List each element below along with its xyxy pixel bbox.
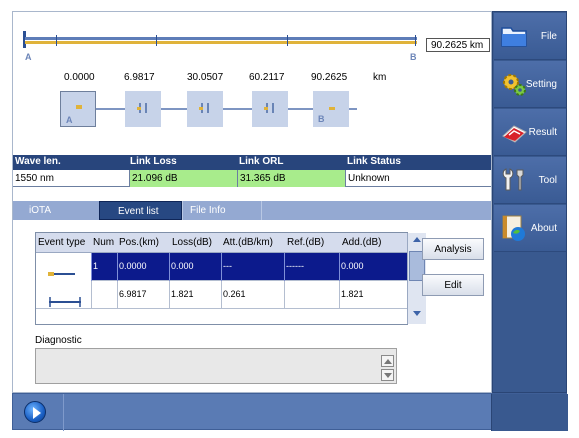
col-att: Att.(dB/km) <box>223 237 274 248</box>
diagnostic-scroll-down[interactable] <box>381 369 394 381</box>
connector-start-icon <box>76 105 82 109</box>
bottom-bar-right-panel <box>491 394 568 431</box>
event-row-selected[interactable]: 1 0.0000 0.000 --- ------ 0.000 <box>36 253 408 281</box>
triangle-up-icon <box>383 359 392 364</box>
menu-file-button[interactable]: File <box>494 13 566 60</box>
fiber-section-icon <box>49 297 81 307</box>
event-row[interactable]: 6.9817 1.821 0.261 1.821 <box>36 281 408 309</box>
col-add: Add.(dB) <box>342 237 382 248</box>
scroll-down-button[interactable] <box>409 308 425 322</box>
play-icon[interactable] <box>24 401 46 423</box>
fiber-end-icon <box>329 107 335 110</box>
gears-icon <box>503 74 526 96</box>
splice-icon <box>137 103 147 113</box>
header-link-loss: Link Loss <box>130 156 177 167</box>
triangle-down-icon <box>413 311 421 316</box>
cell-loss: 1.821 <box>169 281 221 309</box>
folder-icon <box>501 27 527 47</box>
diagnostic-label: Diagnostic <box>35 335 82 346</box>
col-event-type: Event type <box>38 237 86 248</box>
menu-about-label: About <box>530 222 557 234</box>
value-link-status: Unknown <box>345 170 491 187</box>
col-ref: Ref.(dB) <box>287 237 325 248</box>
tab-divider <box>182 201 183 220</box>
splice-icon <box>199 103 209 113</box>
wrench-icon <box>502 168 524 191</box>
tab-iota[interactable]: iOTA <box>29 201 51 220</box>
event-type-cell <box>36 253 91 281</box>
splice-icon <box>264 103 274 113</box>
triangle-up-icon <box>413 237 421 242</box>
cell-add: 1.821 <box>339 281 408 309</box>
cell-add: 0.000 <box>339 253 408 281</box>
main-panel: 90.2625 km A B 0.0000 6.9817 30.0507 60.… <box>12 11 492 393</box>
menu-tool-label: Tool <box>538 174 557 186</box>
cell-num: 1 <box>91 253 117 281</box>
menu-result-button[interactable]: Result <box>494 109 566 156</box>
value-link-orl: 31.365 dB <box>237 170 345 187</box>
menu-file-label: File <box>540 30 557 42</box>
menu-about-button[interactable]: About <box>494 205 566 252</box>
cell-num <box>91 281 117 309</box>
cell-ref: ------ <box>284 253 339 281</box>
cell-ref <box>284 281 339 309</box>
col-pos: Pos.(km) <box>119 237 159 248</box>
event-list-table: Event type Num Pos.(km) Loss(dB) Att.(dB… <box>35 232 408 325</box>
bottom-bar-divider <box>63 394 64 431</box>
menu-tool-button[interactable]: Tool <box>494 157 566 204</box>
cell-att: 0.261 <box>221 281 284 309</box>
analysis-button[interactable]: Analysis <box>422 238 484 260</box>
menu-setting-button[interactable]: Setting <box>494 61 566 108</box>
link-summary-values: 1550 nm 21.096 dB 31.365 dB Unknown <box>13 170 491 187</box>
header-wave-len: Wave len. <box>15 156 61 167</box>
edit-button[interactable]: Edit <box>422 274 484 296</box>
event-type-cell <box>36 281 91 309</box>
value-wave-len: 1550 nm <box>15 173 54 184</box>
result-icon <box>502 125 527 143</box>
link-summary-header: Wave len. Link Loss Link ORL Link Status <box>13 155 491 170</box>
event-table-header: Event type Num Pos.(km) Loss(dB) Att.(dB… <box>36 233 408 253</box>
menu-setting-label: Setting <box>525 78 557 90</box>
event-map-glyphs <box>76 103 335 113</box>
diagnostic-text-box[interactable] <box>35 348 397 384</box>
col-num: Num <box>93 237 115 248</box>
tab-file-info[interactable]: File Info <box>190 201 226 220</box>
cell-pos: 0.0000 <box>117 253 169 281</box>
bottom-bar <box>12 393 568 431</box>
triangle-down-icon <box>383 373 392 378</box>
header-link-orl: Link ORL <box>239 156 284 167</box>
cell-pos: 6.9817 <box>117 281 169 309</box>
cell-loss: 0.000 <box>169 253 221 281</box>
tab-event-list[interactable]: Event list <box>99 201 182 220</box>
value-link-loss: 21.096 dB <box>129 170 237 187</box>
diagnostic-scroll-up[interactable] <box>381 355 394 367</box>
menu-result-label: Result <box>528 126 557 138</box>
result-tabs: iOTA Event list File Info <box>13 201 491 220</box>
side-menu: File Setting Result Tool About <box>492 11 567 393</box>
tab-divider <box>261 201 262 220</box>
cell-att: --- <box>221 253 284 281</box>
col-loss: Loss(dB) <box>172 237 213 248</box>
header-link-status: Link Status <box>347 156 401 167</box>
about-icon <box>502 215 525 241</box>
